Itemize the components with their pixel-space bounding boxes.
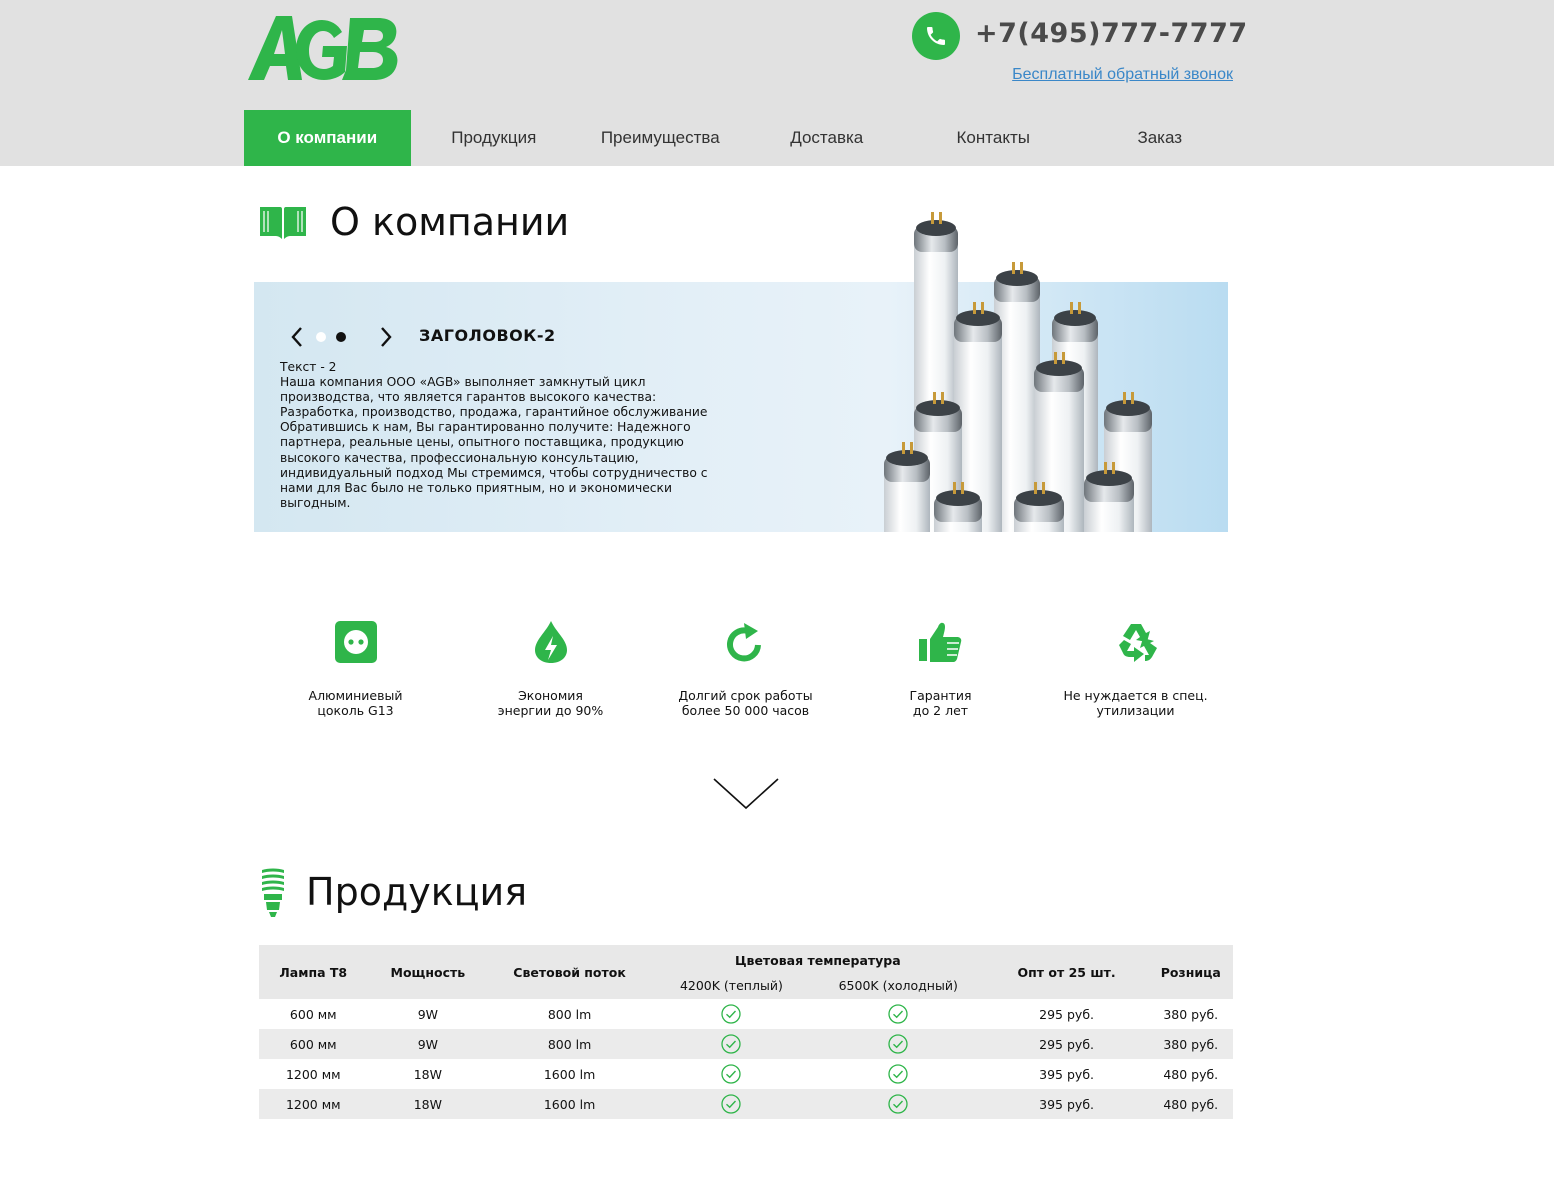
site-header: +7(495)777-7777 Бесплатный обратный звон… (0, 0, 1554, 166)
cell-warm (651, 1029, 812, 1059)
about-title-text: О компании (330, 200, 570, 244)
slider-next-button[interactable] (373, 324, 399, 350)
feature-item: Алюминиевый цоколь G13 (258, 618, 453, 718)
nav-item-about[interactable]: О компании (244, 110, 411, 166)
slider-dot-2[interactable] (336, 332, 346, 342)
price-table-body: 600 мм 9W 800 lm 295 руб. 380 руб. 600 мм 9W 80… (259, 999, 1233, 1119)
cell-flux: 800 lm (547, 1006, 592, 1022)
features-row: Алюминиевый цоколь G13 Экономия энергии … (258, 618, 1232, 728)
cell-lamp: 1200 мм (285, 1066, 341, 1082)
cell-warm (651, 1089, 812, 1119)
feature-item: Экономия энергии до 90% (453, 618, 648, 718)
feature-label: Долгий срок работы более 50 000 часов (678, 688, 813, 718)
cell-flux: 1600 lm (543, 1066, 596, 1082)
energy-drop-icon (534, 621, 567, 663)
check-circle-icon (721, 1034, 742, 1054)
cell-cold (812, 999, 985, 1029)
table-row: 1200 мм 18W 1600 lm 395 руб. 480 руб. (259, 1059, 1233, 1089)
nav-item-advantages[interactable]: Преимущества (577, 110, 744, 166)
socket-icon (334, 621, 377, 663)
book-icon (260, 207, 306, 239)
cell-wholesale: 395 руб. (1039, 1096, 1095, 1112)
slide-text-body: Наша компания ООО «AGB» выполняет замкну… (280, 375, 708, 510)
check-circle-icon (721, 1064, 742, 1084)
nav-item-contacts[interactable]: Контакты (910, 110, 1077, 166)
cell-cold (812, 1029, 985, 1059)
feature-label: Алюминиевый цоколь G13 (308, 688, 403, 718)
phone-number[interactable]: +7(495)777-7777 (975, 18, 1247, 49)
check-circle-icon (888, 1034, 908, 1054)
cell-power: 9W (417, 1036, 438, 1052)
about-section-title: О компании (258, 200, 569, 244)
table-row: 600 мм 9W 800 lm 295 руб. 380 руб. (259, 999, 1233, 1029)
scroll-down-chevron-icon[interactable] (713, 778, 779, 810)
phone-icon[interactable] (912, 12, 960, 60)
nav-item-order[interactable]: Заказ (1077, 110, 1244, 166)
cell-warm (651, 1059, 812, 1089)
cell-warm (651, 999, 812, 1029)
feature-label: Не нуждается в спец. утилизации (1063, 688, 1208, 718)
slide-heading: ЗАГОЛОВОК-2 (419, 326, 556, 345)
bulb-icon (262, 868, 284, 917)
feature-label: Экономия энергии до 90% (497, 688, 604, 718)
feature-label: Гарантия до 2 лет (909, 688, 972, 718)
refresh-icon (726, 623, 761, 662)
cell-wholesale: 295 руб. (1039, 1006, 1095, 1022)
nav-item-products[interactable]: Продукция (411, 110, 578, 166)
col-header-power: Мощность (390, 964, 466, 980)
about-slider: ЗАГОЛОВОК-2 Текст - 2 Наша компания ООО … (254, 212, 1228, 532)
cell-cold (812, 1059, 985, 1089)
cell-flux: 1600 lm (543, 1096, 596, 1112)
check-circle-icon (888, 1094, 908, 1114)
callback-link[interactable]: Бесплатный обратный звонок (980, 66, 1233, 84)
products-section-title: Продукция (258, 866, 527, 918)
col-header-wholesale: Опт от 25 шт. (1017, 964, 1116, 980)
chevron-left-icon (291, 327, 302, 347)
slide-text-title: Текст - 2 (280, 360, 337, 374)
slider-controls (284, 324, 399, 350)
cell-retail: 480 руб. (1163, 1096, 1219, 1112)
cell-lamp: 600 мм (289, 1006, 337, 1022)
col-header-flux: Световой поток (513, 964, 626, 980)
cell-flux: 800 lm (547, 1036, 592, 1052)
col-header-cold: 6500K (холодный) (838, 978, 958, 993)
cell-wholesale: 295 руб. (1039, 1036, 1095, 1052)
slider-prev-button[interactable] (284, 324, 310, 350)
cell-retail: 380 руб. (1163, 1006, 1219, 1022)
cell-power: 9W (417, 1006, 438, 1022)
cell-retail: 380 руб. (1163, 1036, 1219, 1052)
check-circle-icon (888, 1004, 908, 1024)
main-nav: О компании Продукция Преимущества Достав… (244, 110, 1243, 166)
feature-item: Долгий срок работы более 50 000 часов (648, 618, 843, 718)
cell-power: 18W (413, 1096, 442, 1112)
fluorescent-lamps-image (884, 212, 1152, 532)
cell-wholesale: 395 руб. (1039, 1066, 1095, 1082)
cell-lamp: 1200 мм (285, 1096, 341, 1112)
check-circle-icon (888, 1064, 908, 1084)
check-circle-icon (721, 1004, 742, 1024)
cell-lamp: 600 мм (289, 1036, 337, 1052)
price-table: Лампа Т8 Мощность Световой поток Цветова… (259, 945, 1233, 1119)
agb-logo[interactable] (246, 10, 406, 86)
thumbs-up-icon (918, 622, 961, 662)
slide-text: Текст - 2 Наша компания ООО «AGB» выполн… (280, 360, 736, 511)
cell-retail: 480 руб. (1163, 1066, 1219, 1082)
cell-cold (812, 1089, 985, 1119)
check-circle-icon (721, 1094, 742, 1114)
table-row: 1200 мм 18W 1600 lm 395 руб. 480 руб. (259, 1089, 1233, 1119)
slider-dot-1[interactable] (316, 332, 326, 342)
nav-item-delivery[interactable]: Доставка (744, 110, 911, 166)
col-header-retail: Розница (1160, 964, 1221, 980)
col-header-warm: 4200K (теплый) (679, 978, 783, 993)
products-title-text: Продукция (306, 870, 528, 914)
feature-item: Гарантия до 2 лет (843, 618, 1038, 718)
col-header-lamp: Лампа Т8 (279, 964, 348, 980)
cell-power: 18W (413, 1066, 442, 1082)
recycle-icon (1118, 624, 1157, 662)
chevron-right-icon (381, 327, 392, 347)
feature-item: Не нуждается в спец. утилизации (1038, 618, 1233, 718)
table-row: 600 мм 9W 800 lm 295 руб. 380 руб. (259, 1029, 1233, 1059)
col-header-color-temp: Цветовая температура (734, 953, 901, 968)
